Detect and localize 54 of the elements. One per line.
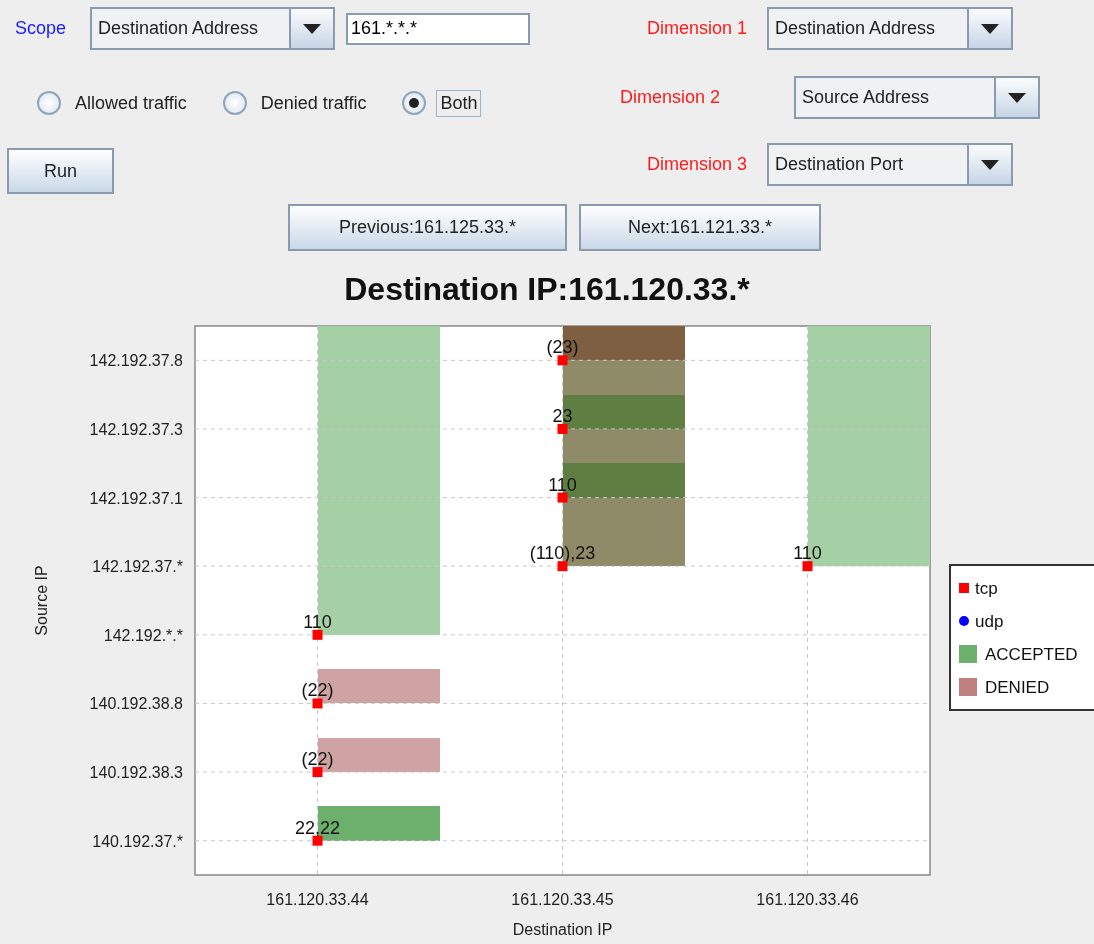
dimension-label: Dimension 1 (645, 18, 747, 39)
data-point (802, 561, 813, 572)
run-button[interactable]: Run (7, 148, 114, 194)
radio-button[interactable] (402, 91, 427, 115)
dimension-label: Dimension 3 (645, 154, 747, 175)
point-label: 110 (793, 543, 822, 564)
dropdown[interactable]: Destination Port (767, 143, 1013, 186)
radio-label[interactable]: Both (436, 89, 482, 117)
data-point (557, 355, 568, 366)
axis-label: 142.192.*.* (103, 626, 183, 644)
dropdown[interactable]: Source Address (794, 76, 1040, 119)
axis-label: 142.192.37.8 (89, 352, 183, 370)
caret-icon (981, 23, 999, 34)
axis-label: 142.192.37.1 (89, 489, 183, 507)
input-field[interactable]: 161.*.*.* (346, 12, 530, 45)
data-point (312, 835, 323, 846)
legend-label: DENIED (985, 678, 1050, 697)
next-button[interactable]: Next:161.121.33.* (579, 204, 821, 251)
dropdown[interactable]: Destination Address (90, 7, 335, 50)
axis-label: 140.192.38.8 (89, 695, 183, 713)
data-point (557, 561, 568, 572)
radio-button[interactable] (37, 91, 61, 115)
axis-label: 161.120.33.46 (756, 891, 859, 908)
radio-label[interactable]: Denied traffic (256, 89, 371, 117)
chart-title: Destination IP:161.120.33.* (343, 271, 751, 309)
data-point (312, 629, 323, 640)
point-label: 110 (303, 611, 332, 632)
data-point (312, 698, 323, 709)
axis-title: Source IP (33, 565, 50, 636)
axis-label: 161.120.33.44 (266, 891, 369, 908)
data-point (557, 423, 568, 434)
dimension-label: Dimension 2 (618, 87, 720, 108)
caret-icon (303, 23, 321, 34)
radio-label[interactable]: Allowed traffic (71, 89, 191, 117)
legend-label: ACCEPTED (985, 645, 1078, 664)
axis-label: 161.120.33.45 (511, 891, 614, 908)
axis-label: 140.192.38.3 (89, 764, 183, 782)
legend-label: udp (975, 612, 1004, 631)
data-point (557, 492, 568, 503)
axis-label: 142.192.37.3 (89, 420, 183, 438)
caret-icon (1008, 92, 1026, 103)
scope-label: Scope (15, 18, 68, 39)
point-label: (22) (301, 680, 334, 701)
radio-button[interactable] (222, 91, 247, 115)
axis-label: 142.192.37.* (92, 558, 183, 576)
data-point (312, 767, 323, 778)
dropdown[interactable]: Destination Address (767, 7, 1013, 50)
caret-icon (981, 159, 999, 170)
axis-label: 140.192.37.* (92, 832, 183, 850)
point-label: (22) (301, 749, 334, 770)
axis-title: Destination IP (512, 921, 613, 937)
legend-label: tcp (975, 579, 998, 598)
previous-button[interactable]: Previous:161.125.33.* (288, 204, 567, 251)
point-label: 22,22 (295, 817, 340, 838)
